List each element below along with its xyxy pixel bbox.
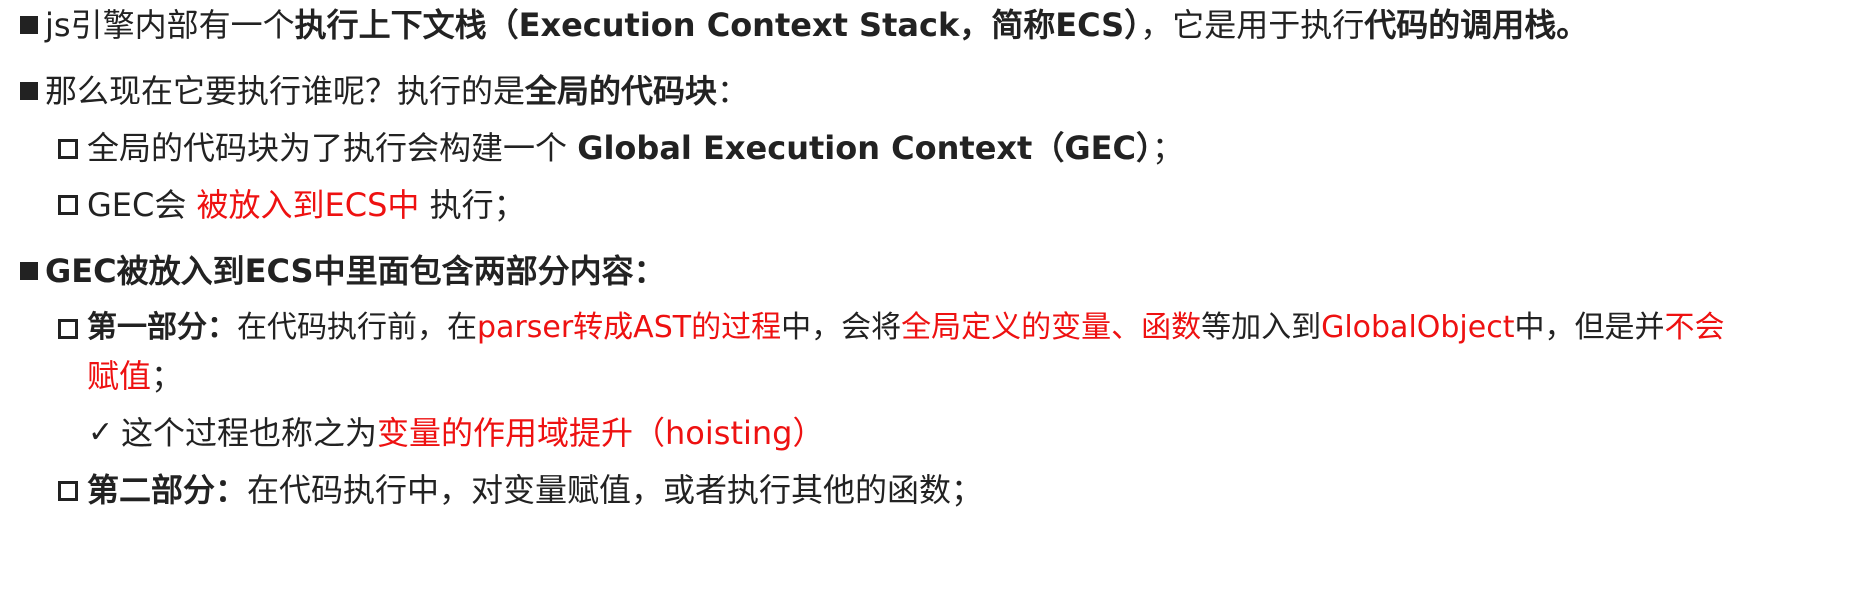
text-line-3: 全局的代码块为了执行会构建一个 Global Execution Context… [87, 128, 1184, 168]
text-segment: 在代码执行中，对变量赋值，或者执行其他的函数； [247, 471, 984, 509]
text-segment: GEC会 [87, 186, 197, 224]
hollow-square-bullet-icon [58, 195, 78, 215]
text-line-6: 第一部分：在代码执行前，在parser转成AST的过程中，会将全局定义的变量、函… [87, 308, 1724, 348]
text-segment-red: 不会 [1664, 310, 1725, 345]
filled-square-bullet-icon [20, 82, 38, 100]
text-segment-bold: 第二部分： [87, 471, 248, 509]
text-segment-bold: 全局的代码块 [525, 72, 718, 110]
text-segment: 中，但是并 [1514, 310, 1665, 345]
text-segment: 执行； [419, 186, 526, 224]
text-segment: ，它是用于执行 [1140, 6, 1365, 44]
text-segment-red: 被放入到ECS中 [196, 186, 420, 224]
text-line-4: GEC会 被放入到ECS中 执行； [87, 185, 526, 225]
text-line-2: 那么现在它要执行谁呢？执行的是全局的代码块： [45, 71, 749, 111]
text-line-7-continuation: 赋值； [87, 356, 183, 396]
hollow-square-bullet-icon [58, 139, 78, 159]
text-segment-bold: 执行上下文栈（Execution Context Stack，简称ECS） [294, 6, 1141, 44]
text-segment-bold: 代码的调用栈。 [1364, 6, 1589, 44]
text-segment: 全局的代码块为了执行会构建一个 [87, 129, 578, 167]
text-line-5: GEC被放入到ECS中里面包含两部分内容： [45, 251, 666, 291]
text-segment: ； [151, 357, 184, 395]
text-line-8: 这个过程也称之为变量的作用域提升（hoisting） [121, 413, 824, 453]
text-segment-bold: Global Execution Context（GEC） [577, 129, 1152, 167]
text-segment: ： [717, 72, 750, 110]
text-segment-red: 变量的作用域提升（hoisting） [377, 414, 825, 452]
text-line-9: 第二部分：在代码执行中，对变量赋值，或者执行其他的函数； [87, 470, 983, 510]
hollow-square-bullet-icon [58, 319, 78, 339]
text-segment: 这个过程也称之为 [121, 414, 378, 452]
filled-square-bullet-icon [20, 16, 38, 34]
text-segment: 中，会将 [781, 310, 902, 345]
checkmark-bullet-icon: ✓ [88, 415, 114, 450]
text-segment: ； [1151, 129, 1184, 167]
text-segment: 在代码执行前，在 [237, 310, 477, 345]
text-segment-red: 赋值 [87, 357, 152, 395]
text-segment-bold: 第一部分： [87, 310, 237, 345]
text-line-1: js引擎内部有一个执行上下文栈（Execution Context Stack，… [45, 5, 1588, 45]
hollow-square-bullet-icon [58, 481, 78, 501]
text-segment-red: 全局定义的变量、函数 [901, 310, 1202, 345]
filled-square-bullet-icon [20, 262, 38, 280]
text-segment-bold: GEC被放入到ECS中里面包含两部分内容： [45, 252, 666, 290]
text-segment-red: GlobalObject [1321, 310, 1515, 345]
text-segment: 等加入到 [1201, 310, 1322, 345]
text-segment: 那么现在它要执行谁呢？执行的是 [45, 72, 526, 110]
document-page: js引擎内部有一个执行上下文栈（Execution Context Stack，… [0, 0, 1852, 616]
text-segment: js引擎内部有一个 [45, 6, 295, 44]
text-segment-red: parser转成AST的过程 [477, 310, 782, 345]
